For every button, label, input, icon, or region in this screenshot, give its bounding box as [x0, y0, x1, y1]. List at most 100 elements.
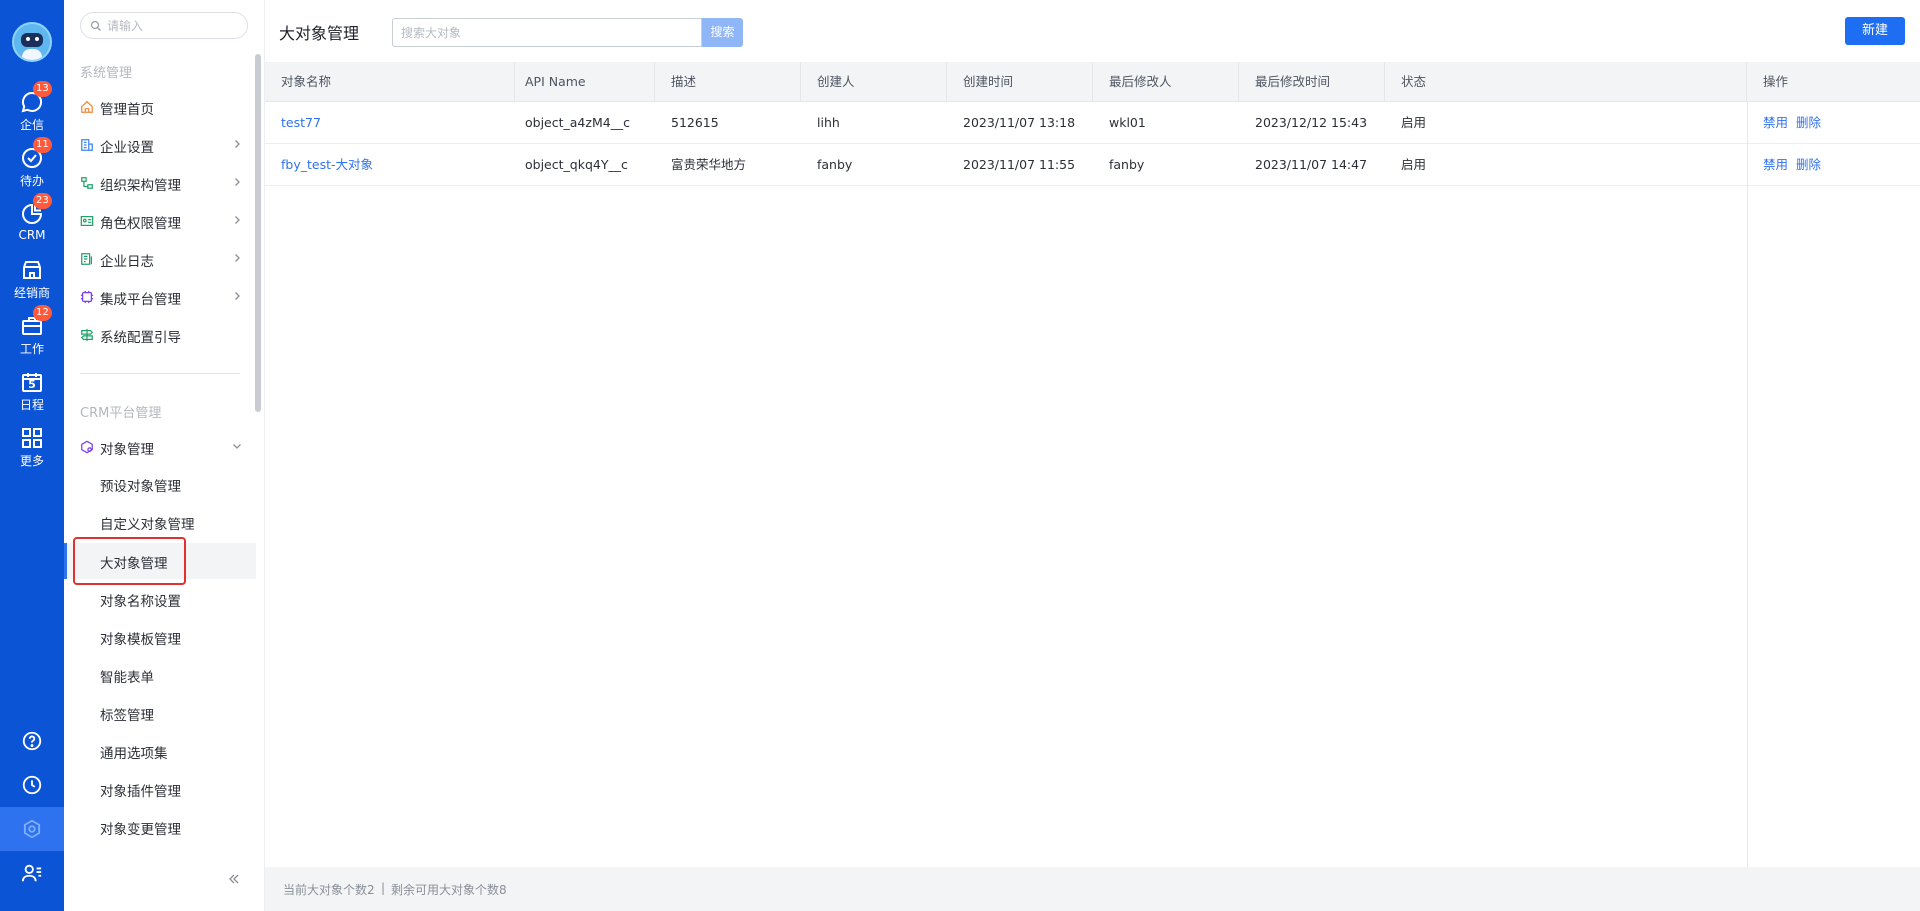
- delete-link[interactable]: 删除: [1796, 157, 1821, 172]
- rail-label: 日程: [19, 398, 44, 412]
- sidebar-item-enterprise-log[interactable]: 企业日志: [64, 243, 264, 275]
- column-header: API Name: [509, 62, 655, 102]
- column-header: 创建时间: [947, 62, 1093, 102]
- footer-remaining: 剩余可用大对象个数8: [391, 883, 507, 897]
- sidebar-item-label: 企业日志: [100, 254, 154, 270]
- settings-sidebar: 系统管理 管理首页 企业设置 组织架构管理 角色权限管理 企业日志 集成平台管理…: [64, 0, 265, 911]
- signpost-icon: [80, 328, 94, 342]
- delete-link[interactable]: 删除: [1796, 115, 1821, 130]
- rail-badge: 12: [33, 305, 52, 321]
- store-icon: [23, 261, 41, 279]
- sub-item-label: 通用选项集: [100, 746, 168, 762]
- cube-settings-icon: [81, 440, 93, 454]
- highlight-box: [73, 537, 186, 585]
- chevron-right-icon: [235, 140, 240, 148]
- rail-item-work[interactable]: 12 工作: [0, 305, 64, 362]
- column-header: 创建人: [801, 62, 947, 102]
- main-content: 大对象管理 搜索 新建 对象名称 API Name 描述 创建人 创建时间 最后…: [265, 0, 1920, 911]
- object-search: 搜索: [392, 18, 743, 47]
- sidebar-search-box: [80, 12, 248, 39]
- column-header: 描述: [655, 62, 801, 102]
- cell-actions: 禁用 删除: [1747, 102, 1829, 144]
- sub-item-label: 预设对象管理: [100, 479, 181, 495]
- column-header: 最后修改时间: [1239, 62, 1385, 102]
- user-list-button[interactable]: [0, 851, 64, 895]
- help-button[interactable]: [0, 719, 64, 763]
- history-button[interactable]: [0, 763, 64, 807]
- clock-icon: [22, 775, 42, 795]
- avatar[interactable]: [12, 22, 52, 62]
- sub-item-label: 对象模板管理: [100, 632, 181, 648]
- rail-item-dealer[interactable]: 经销商: [0, 254, 64, 306]
- rail-badge: 13: [33, 81, 52, 97]
- object-search-input[interactable]: [392, 18, 702, 47]
- cell-api-name: object_a4zM4__c: [525, 115, 631, 130]
- sidebar-item-enterprise-settings[interactable]: 企业设置: [64, 129, 264, 161]
- cell-api-name: object_qkq4Y__c: [525, 157, 628, 172]
- sidebar-scrollbar[interactable]: [255, 54, 261, 412]
- rail-item-calendar[interactable]: 5 日程: [0, 366, 64, 418]
- cell-modifier: wkl01: [1109, 115, 1146, 130]
- search-button[interactable]: 搜索: [702, 18, 743, 47]
- object-name-link[interactable]: fby_test-大对象: [265, 144, 373, 186]
- disable-link[interactable]: 禁用: [1763, 115, 1788, 130]
- actions-column-divider: [1747, 102, 1748, 867]
- disable-link[interactable]: 禁用: [1763, 157, 1788, 172]
- sub-item-object-plugins[interactable]: 对象插件管理: [64, 771, 256, 807]
- sidebar-item-org-structure[interactable]: 组织架构管理: [64, 167, 264, 199]
- help-icon: [22, 731, 42, 751]
- rail-label: 待办: [19, 174, 44, 188]
- rail-item-more[interactable]: 更多: [0, 422, 64, 474]
- column-header: 最后修改人: [1093, 62, 1239, 102]
- sub-item-object-name-settings[interactable]: 对象名称设置: [64, 581, 256, 617]
- calendar-day: 5: [28, 378, 36, 391]
- table-row: test77 object_a4zM4__c 512615 lihh 2023/…: [265, 102, 1920, 144]
- sidebar-item-label: 角色权限管理: [100, 216, 181, 232]
- collapse-sidebar-icon[interactable]: [228, 873, 240, 885]
- grid-icon: [22, 428, 42, 448]
- sidebar-item-admin-home[interactable]: 管理首页: [64, 91, 264, 123]
- section-title-system: 系统管理: [80, 66, 133, 81]
- rail-item-chat[interactable]: 13 企信: [0, 81, 64, 138]
- cell-description: 富贵荣华地方: [671, 157, 747, 172]
- building-icon: [81, 139, 93, 151]
- sub-item-preset-objects[interactable]: 预设对象管理: [64, 466, 256, 502]
- sub-item-option-sets[interactable]: 通用选项集: [64, 733, 256, 769]
- sidebar-item-label: 系统配置引导: [100, 330, 181, 346]
- chevron-right-icon: [235, 292, 240, 300]
- rail-label: 更多: [19, 454, 44, 468]
- column-header: 状态: [1385, 62, 1747, 102]
- sidebar-item-object-management[interactable]: 对象管理: [64, 431, 264, 463]
- sidebar-search-input[interactable]: [107, 17, 237, 35]
- cell-modifier: fanby: [1109, 157, 1145, 172]
- cell-creator: lihh: [817, 115, 840, 130]
- sidebar-item-role-permission[interactable]: 角色权限管理: [64, 205, 264, 237]
- sub-item-label: 自定义对象管理: [100, 517, 195, 533]
- sub-item-tag-management[interactable]: 标签管理: [64, 695, 256, 731]
- sub-item-object-changes[interactable]: 对象变更管理: [64, 809, 256, 845]
- rail-badge: 23: [33, 193, 52, 209]
- column-header: 对象名称: [265, 62, 515, 102]
- rail-item-crm[interactable]: 23 CRM: [0, 193, 64, 250]
- new-button[interactable]: 新建: [1845, 17, 1905, 45]
- cell-modified-time: 2023/12/12 15:43: [1255, 115, 1368, 130]
- page-title: 大对象管理: [279, 24, 360, 43]
- cell-created-time: 2023/11/07 13:18: [963, 115, 1076, 130]
- sidebar-item-label: 集成平台管理: [100, 292, 181, 308]
- settings-button[interactable]: [0, 807, 64, 851]
- object-name-link[interactable]: test77: [265, 102, 321, 144]
- cell-description: 512615: [671, 115, 719, 130]
- sidebar-item-config-guide[interactable]: 系统配置引导: [64, 319, 264, 351]
- id-card-icon: [80, 216, 94, 226]
- chevron-right-icon: [235, 216, 240, 224]
- sub-item-label: 对象名称设置: [100, 594, 181, 610]
- sidebar-item-integration-platform[interactable]: 集成平台管理: [64, 281, 264, 313]
- sub-item-smart-forms[interactable]: 智能表单: [64, 657, 256, 693]
- table-header: 对象名称 API Name 描述 创建人 创建时间 最后修改人 最后修改时间 状…: [265, 62, 1920, 102]
- sub-item-object-templates[interactable]: 对象模板管理: [64, 619, 256, 655]
- sub-item-label: 标签管理: [100, 708, 154, 724]
- home-icon: [81, 100, 93, 113]
- rail-item-todo[interactable]: 11 待办: [0, 137, 64, 194]
- sub-item-custom-objects[interactable]: 自定义对象管理: [64, 504, 256, 540]
- sidebar-divider: [80, 373, 240, 374]
